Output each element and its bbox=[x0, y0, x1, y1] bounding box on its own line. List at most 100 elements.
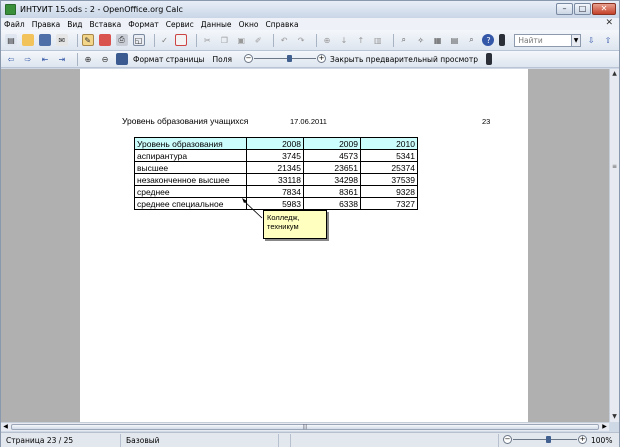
table-cell: 37539 bbox=[360, 173, 418, 186]
zoom-minus-icon[interactable]: − bbox=[503, 435, 512, 444]
find-previous-icon[interactable]: ⇧ bbox=[602, 34, 614, 46]
table-row: среднее специальное 5983 6338 7327 bbox=[134, 197, 418, 210]
menu-insert[interactable]: Вставка bbox=[90, 20, 122, 29]
full-screen-icon[interactable] bbox=[116, 53, 128, 65]
horizontal-scroll-thumb[interactable]: ||| bbox=[11, 424, 599, 430]
cell-comment: Колледж, техникум bbox=[263, 210, 327, 239]
scroll-down-icon[interactable]: ▼ bbox=[610, 412, 619, 422]
preview-zoom-slider[interactable]: − + bbox=[244, 54, 327, 64]
table-cell: 5341 bbox=[360, 149, 418, 162]
scroll-left-icon[interactable]: ◀ bbox=[1, 423, 10, 431]
export-pdf-icon[interactable] bbox=[98, 34, 111, 46]
last-page-icon[interactable]: ⇥ bbox=[56, 53, 68, 65]
margins-button[interactable]: Поля bbox=[212, 55, 232, 64]
format-paintbrush-icon[interactable]: ✐ bbox=[252, 34, 264, 46]
header-cell: 2009 bbox=[303, 137, 361, 150]
save-icon[interactable] bbox=[38, 34, 51, 46]
zoom-plus-icon[interactable]: + bbox=[317, 54, 327, 63]
autospell-icon[interactable] bbox=[175, 34, 188, 46]
paste-icon[interactable]: ▣ bbox=[235, 34, 247, 46]
find-replace-icon[interactable]: ⌕ bbox=[398, 34, 410, 46]
scroll-grip-icon[interactable]: ≡ bbox=[611, 163, 618, 170]
new-document-icon[interactable]: ▤ bbox=[5, 34, 17, 46]
toolbar-options-icon[interactable] bbox=[485, 53, 492, 65]
horizontal-scrollbar[interactable]: ◀ ||| ▶ bbox=[1, 422, 609, 431]
table-cell: 34298 bbox=[303, 173, 361, 186]
menu-format[interactable]: Формат bbox=[128, 20, 158, 29]
vertical-scrollbar[interactable]: ▲ ≡ ▼ bbox=[609, 69, 619, 422]
zoom-plus-icon[interactable]: + bbox=[578, 435, 587, 444]
close-preview-button[interactable]: Закрыть предварительный просмотр bbox=[330, 55, 478, 64]
toolbar-separator bbox=[76, 33, 78, 47]
minimize-button[interactable]: – bbox=[556, 3, 573, 15]
zoom-in-icon[interactable]: ⊕ bbox=[82, 53, 94, 65]
edit-file-icon[interactable]: ✎ bbox=[81, 34, 94, 46]
page-indicator: Страница 23 / 25 bbox=[1, 433, 121, 447]
report-title: Уровень образования учащихся bbox=[122, 116, 249, 126]
table-cell: 7327 bbox=[360, 197, 418, 210]
zoom-minus-icon[interactable]: − bbox=[244, 54, 254, 63]
table-cell: аспирантура bbox=[134, 149, 247, 162]
menu-view[interactable]: Вид bbox=[67, 20, 82, 29]
menu-tools[interactable]: Сервис bbox=[166, 20, 194, 29]
menu-window[interactable]: Окно bbox=[239, 20, 259, 29]
zoom-out-icon[interactable]: ⊖ bbox=[99, 53, 111, 65]
header-cell: Уровень образования bbox=[134, 137, 247, 150]
first-page-icon[interactable]: ⇤ bbox=[39, 53, 51, 65]
toolbar-separator bbox=[77, 52, 78, 66]
toolbar-separator bbox=[273, 33, 275, 47]
scroll-right-icon[interactable]: ▶ bbox=[600, 423, 609, 431]
page-style[interactable]: Базовый bbox=[121, 433, 279, 447]
gallery-icon[interactable]: ▦ bbox=[432, 34, 444, 46]
toolbar-separator bbox=[153, 33, 155, 47]
find-dropdown-icon[interactable]: ▼ bbox=[572, 33, 582, 47]
sort-ascending-icon[interactable]: ↓ bbox=[338, 34, 350, 46]
chart-icon[interactable]: ▥ bbox=[372, 34, 384, 46]
next-page-icon[interactable]: ⇨ bbox=[22, 53, 34, 65]
email-icon[interactable]: ✉ bbox=[55, 34, 68, 46]
scroll-up-icon[interactable]: ▲ bbox=[610, 69, 619, 79]
zoom-thumb[interactable] bbox=[287, 55, 293, 62]
sort-descending-icon[interactable]: ↑ bbox=[355, 34, 367, 46]
help-icon[interactable]: ? bbox=[482, 34, 495, 46]
table-cell: 23651 bbox=[303, 161, 361, 174]
maximize-button[interactable]: □ bbox=[574, 3, 591, 15]
datasources-icon[interactable]: ▤ bbox=[449, 34, 461, 46]
document-close-icon[interactable]: ✕ bbox=[605, 18, 613, 28]
undo-icon[interactable]: ↶ bbox=[278, 34, 290, 46]
table-cell: 9328 bbox=[360, 185, 418, 198]
page-preview-toolbar: ⇦ ⇨ ⇤ ⇥ ⊕ ⊖ Формат страницы Поля − + Зак… bbox=[1, 51, 619, 68]
menu-file[interactable]: Файл bbox=[4, 20, 25, 29]
report-page-number: 23 bbox=[482, 117, 491, 126]
close-button[interactable]: ✕ bbox=[592, 3, 616, 15]
window-controls: – □ ✕ bbox=[556, 3, 616, 15]
status-zoom-slider[interactable]: − + bbox=[503, 435, 587, 445]
print-icon[interactable]: ⎙ bbox=[115, 34, 128, 46]
open-folder-icon[interactable] bbox=[21, 34, 34, 46]
header-cell: 2008 bbox=[246, 137, 304, 150]
find-next-icon[interactable]: ⇩ bbox=[585, 34, 597, 46]
redo-icon[interactable]: ↷ bbox=[295, 34, 307, 46]
preview-workspace: Уровень образования учащихся 17.06.2011 … bbox=[1, 69, 609, 422]
spellcheck-icon[interactable]: ✓ bbox=[159, 34, 171, 46]
menu-edit[interactable]: Правка bbox=[32, 20, 61, 29]
zoom-track bbox=[254, 58, 317, 59]
zoom-percentage[interactable]: 100% bbox=[591, 436, 612, 445]
navigator-icon[interactable]: ✧ bbox=[415, 34, 427, 46]
toolbar-options-icon[interactable] bbox=[499, 34, 506, 46]
copy-icon[interactable]: ❐ bbox=[218, 34, 230, 46]
zoom-thumb[interactable] bbox=[546, 436, 551, 443]
previous-page-icon[interactable]: ⇦ bbox=[5, 53, 17, 65]
app-window: ИНТУИТ 15.ods : 2 - OpenOffice.org Calc … bbox=[0, 0, 620, 447]
table-cell: 3745 bbox=[246, 149, 304, 162]
menu-data[interactable]: Данные bbox=[201, 20, 232, 29]
cut-icon[interactable]: ✂ bbox=[201, 34, 213, 46]
zoom-track bbox=[513, 439, 577, 440]
page-preview-icon[interactable]: ◱ bbox=[132, 34, 145, 46]
toolbar-separator bbox=[316, 33, 318, 47]
format-page-button[interactable]: Формат страницы bbox=[133, 55, 204, 64]
hyperlink-icon[interactable]: ⊕ bbox=[321, 34, 333, 46]
find-input[interactable]: Найти bbox=[514, 33, 573, 47]
zoom-icon[interactable]: ⌕ bbox=[466, 34, 478, 46]
menu-help[interactable]: Справка bbox=[266, 20, 299, 29]
